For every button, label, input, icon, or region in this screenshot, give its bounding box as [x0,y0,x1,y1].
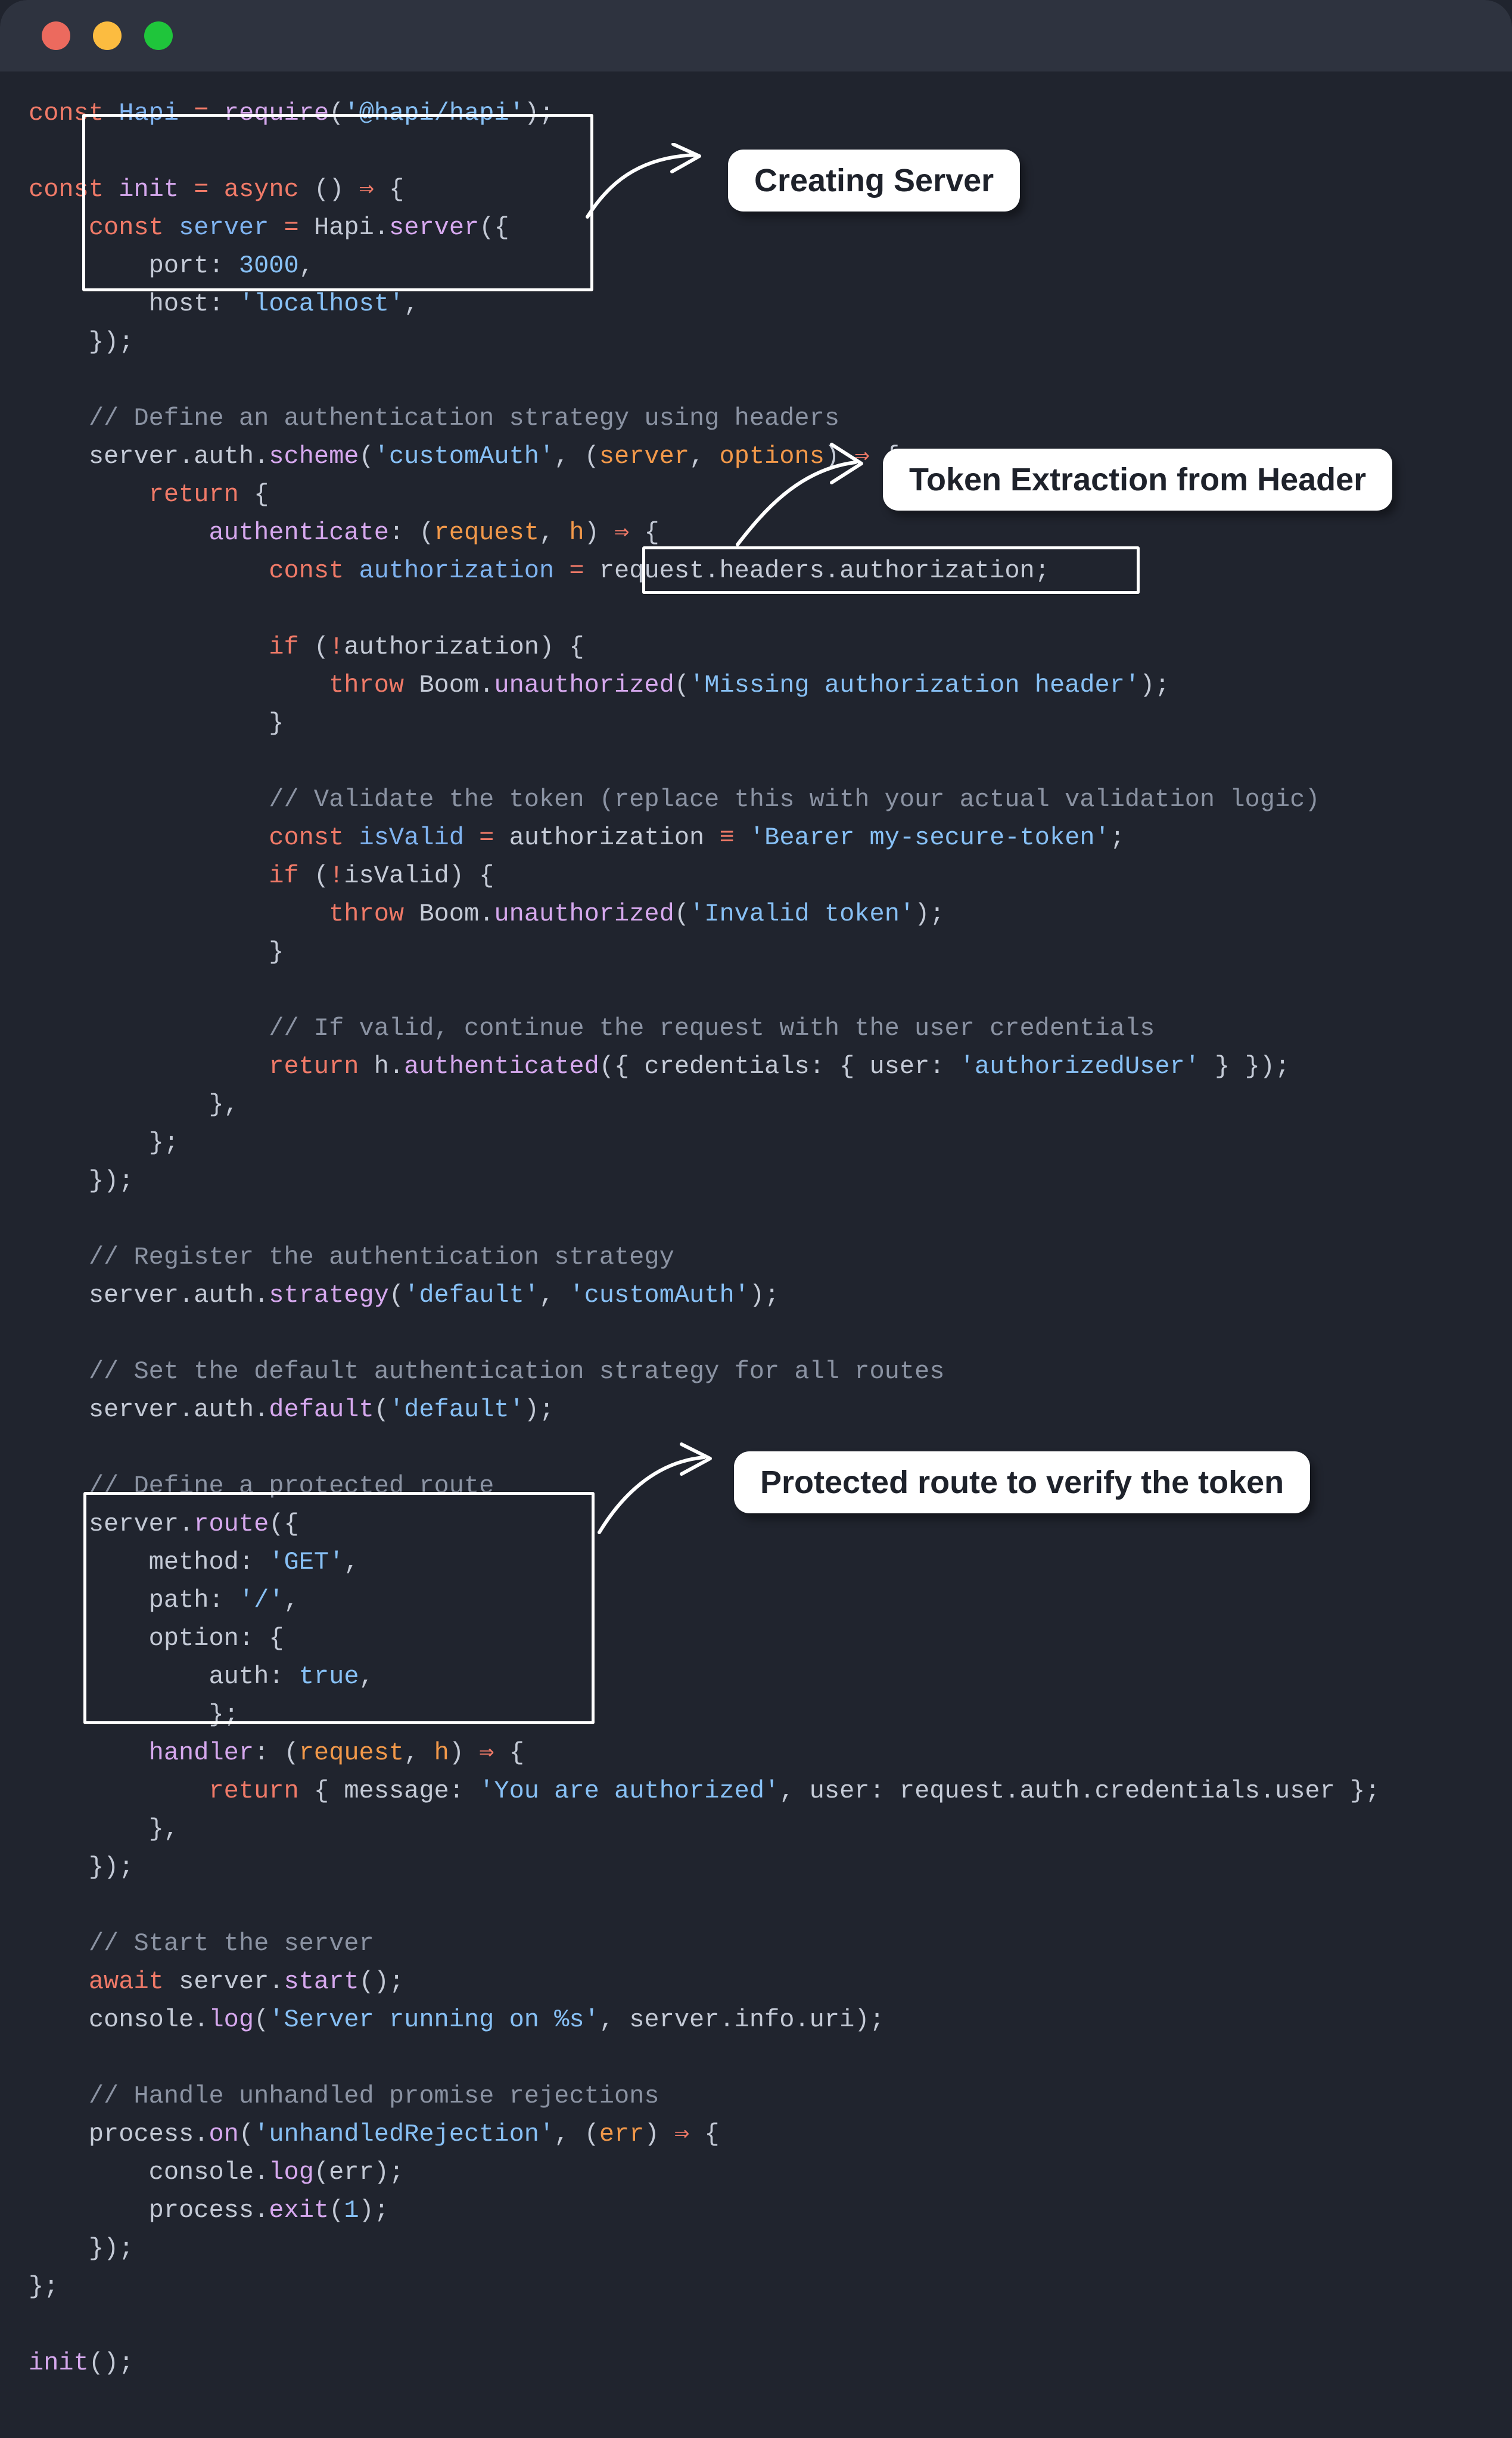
code-line: }; [209,1700,239,1729]
maximize-button-icon[interactable] [144,21,173,50]
code-line: path: '/', [148,1586,299,1615]
code-line: const isValid = authorization ≡ 'Bearer … [269,823,1125,852]
code-line: if (!isValid) { [269,862,494,890]
code-line: host: 'localhost', [148,290,419,318]
minimize-button-icon[interactable] [93,21,122,50]
callout-creating-server: Creating Server [728,150,1021,212]
code-line: // Validate the token (replace this with… [269,785,1320,814]
code-line: init(); [29,2349,134,2377]
code-line: const server = Hapi.server({ [88,213,509,242]
window-titlebar [0,0,1512,71]
callout-protected-route: Protected route to verify the token [734,1451,1311,1513]
code-line: throw Boom.unauthorized('Missing authori… [329,671,1170,699]
code-line: return h.authenticated({ credentials: { … [269,1052,1290,1081]
code-line: // If valid, continue the request with t… [269,1014,1155,1043]
code-line: } [269,709,284,738]
code-line: port: 3000, [148,251,314,280]
code-line: }, [148,1815,179,1843]
close-button-icon[interactable] [42,21,70,50]
code-line: auth: true, [209,1662,374,1691]
code-line: }); [88,1853,134,1882]
code-line: handler: (request, h) ⇒ { [148,1739,524,1767]
code-line: // Define an authentication strategy usi… [88,404,840,433]
code-line: process.exit(1); [148,2196,389,2225]
code-line: console.log(err); [148,2158,405,2187]
code-line: server.auth.strategy('default', 'customA… [88,1281,780,1310]
code-line: }, [209,1090,239,1119]
code-line: await server.start(); [88,1967,405,1996]
code-line: }; [29,2272,59,2301]
code-line: if (!authorization) { [269,633,584,661]
code-line: // Start the server [88,1929,374,1958]
code-line: throw Boom.unauthorized('Invalid token')… [329,900,945,928]
code-line: const Hapi = require('@hapi/hapi'); [29,99,555,128]
code-window: const Hapi = require('@hapi/hapi'); cons… [0,0,1512,2438]
code-line: }); [88,1167,134,1195]
code-line: }); [88,328,134,356]
code-editor-surface[interactable]: const Hapi = require('@hapi/hapi'); cons… [0,71,1512,2438]
code-line: process.on('unhandledRejection', (err) ⇒… [88,2120,720,2148]
code-line: option: { [148,1624,284,1653]
code-line: return { message: 'You are authorized', … [209,1777,1380,1805]
code-line: method: 'GET', [148,1548,359,1576]
code-line: }; [148,1128,179,1157]
callout-token-extraction: Token Extraction from Header [883,449,1393,511]
code-line: // Set the default authentication strate… [88,1357,945,1386]
code-line: }); [88,2234,134,2263]
code-line: const authorization = request.headers.au… [269,556,1050,585]
code-line: console.log('Server running on %s', serv… [88,2005,885,2034]
code-line: } [269,938,284,966]
code-line: // Handle unhandled promise rejections [88,2082,659,2110]
code-line: server.auth.default('default'); [88,1395,555,1424]
code-line: // Register the authentication strategy [88,1243,674,1271]
code-line: authenticate: (request, h) ⇒ { [209,518,659,547]
